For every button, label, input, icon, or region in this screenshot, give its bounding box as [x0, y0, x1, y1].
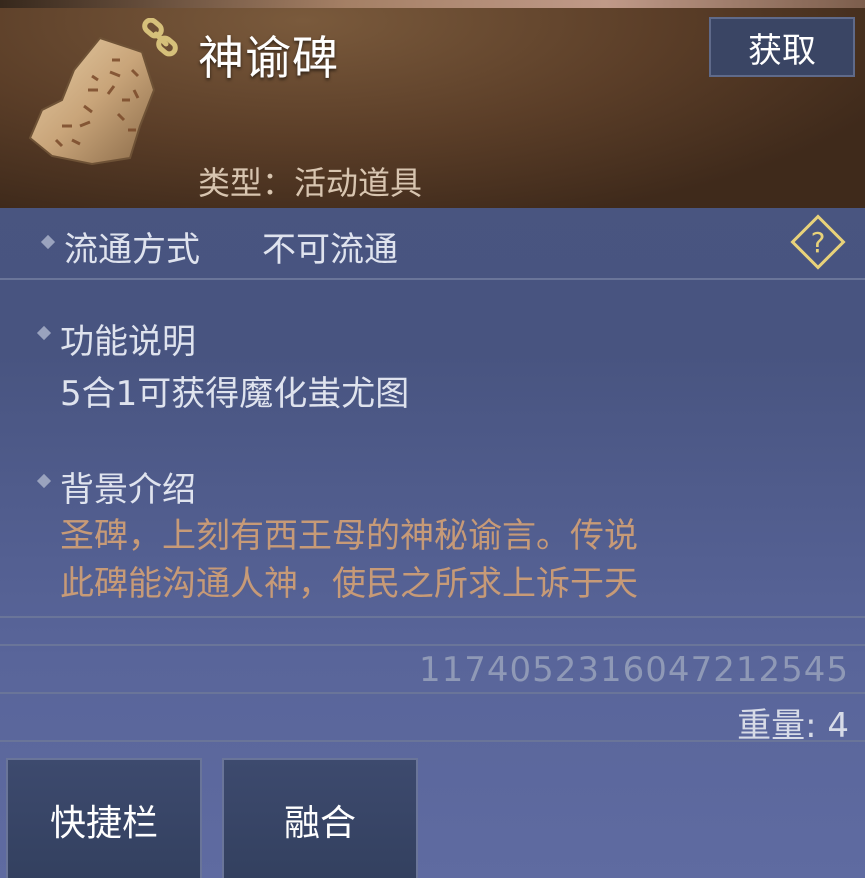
function-text: 5合1可获得魔化蚩尤图 [60, 374, 410, 414]
function-label: 功能说明 [60, 322, 196, 362]
bullet-diamond-icon [36, 325, 52, 341]
background-label: 背景介绍 [60, 470, 196, 510]
background-text-line2: 此碑能沟通人神，使民之所求上诉于天 [60, 564, 638, 604]
item-tooltip-panel: 神谕碑 获取 类型：活动道具 流通方式 不可流通 ? 功能说明 5合1可获得魔化… [0, 0, 865, 878]
circulation-value: 不可流通 [262, 230, 398, 270]
get-button[interactable]: 获取 [709, 17, 855, 77]
divider [0, 644, 865, 646]
divider [0, 692, 865, 694]
divider [0, 616, 865, 618]
background-text-line1: 圣碑，上刻有西王母的神秘谕言。传说 [60, 516, 638, 556]
chain-link-icon [142, 18, 178, 57]
divider [0, 740, 865, 742]
svg-text:?: ? [811, 226, 826, 259]
merge-button[interactable]: 融合 [222, 758, 418, 878]
item-header: 神谕碑 获取 类型：活动道具 [0, 0, 865, 208]
item-type-label: 类型：活动道具 [198, 164, 423, 202]
circulation-label: 流通方式 [64, 230, 200, 270]
item-name: 神谕碑 [198, 31, 339, 85]
divider [0, 278, 865, 280]
bullet-diamond-icon [36, 473, 52, 489]
bullet-diamond-icon [40, 234, 56, 250]
item-id: 1174052316047212545 [418, 650, 849, 690]
quickbar-button[interactable]: 快捷栏 [6, 758, 202, 878]
help-question-icon[interactable]: ? [790, 214, 846, 270]
